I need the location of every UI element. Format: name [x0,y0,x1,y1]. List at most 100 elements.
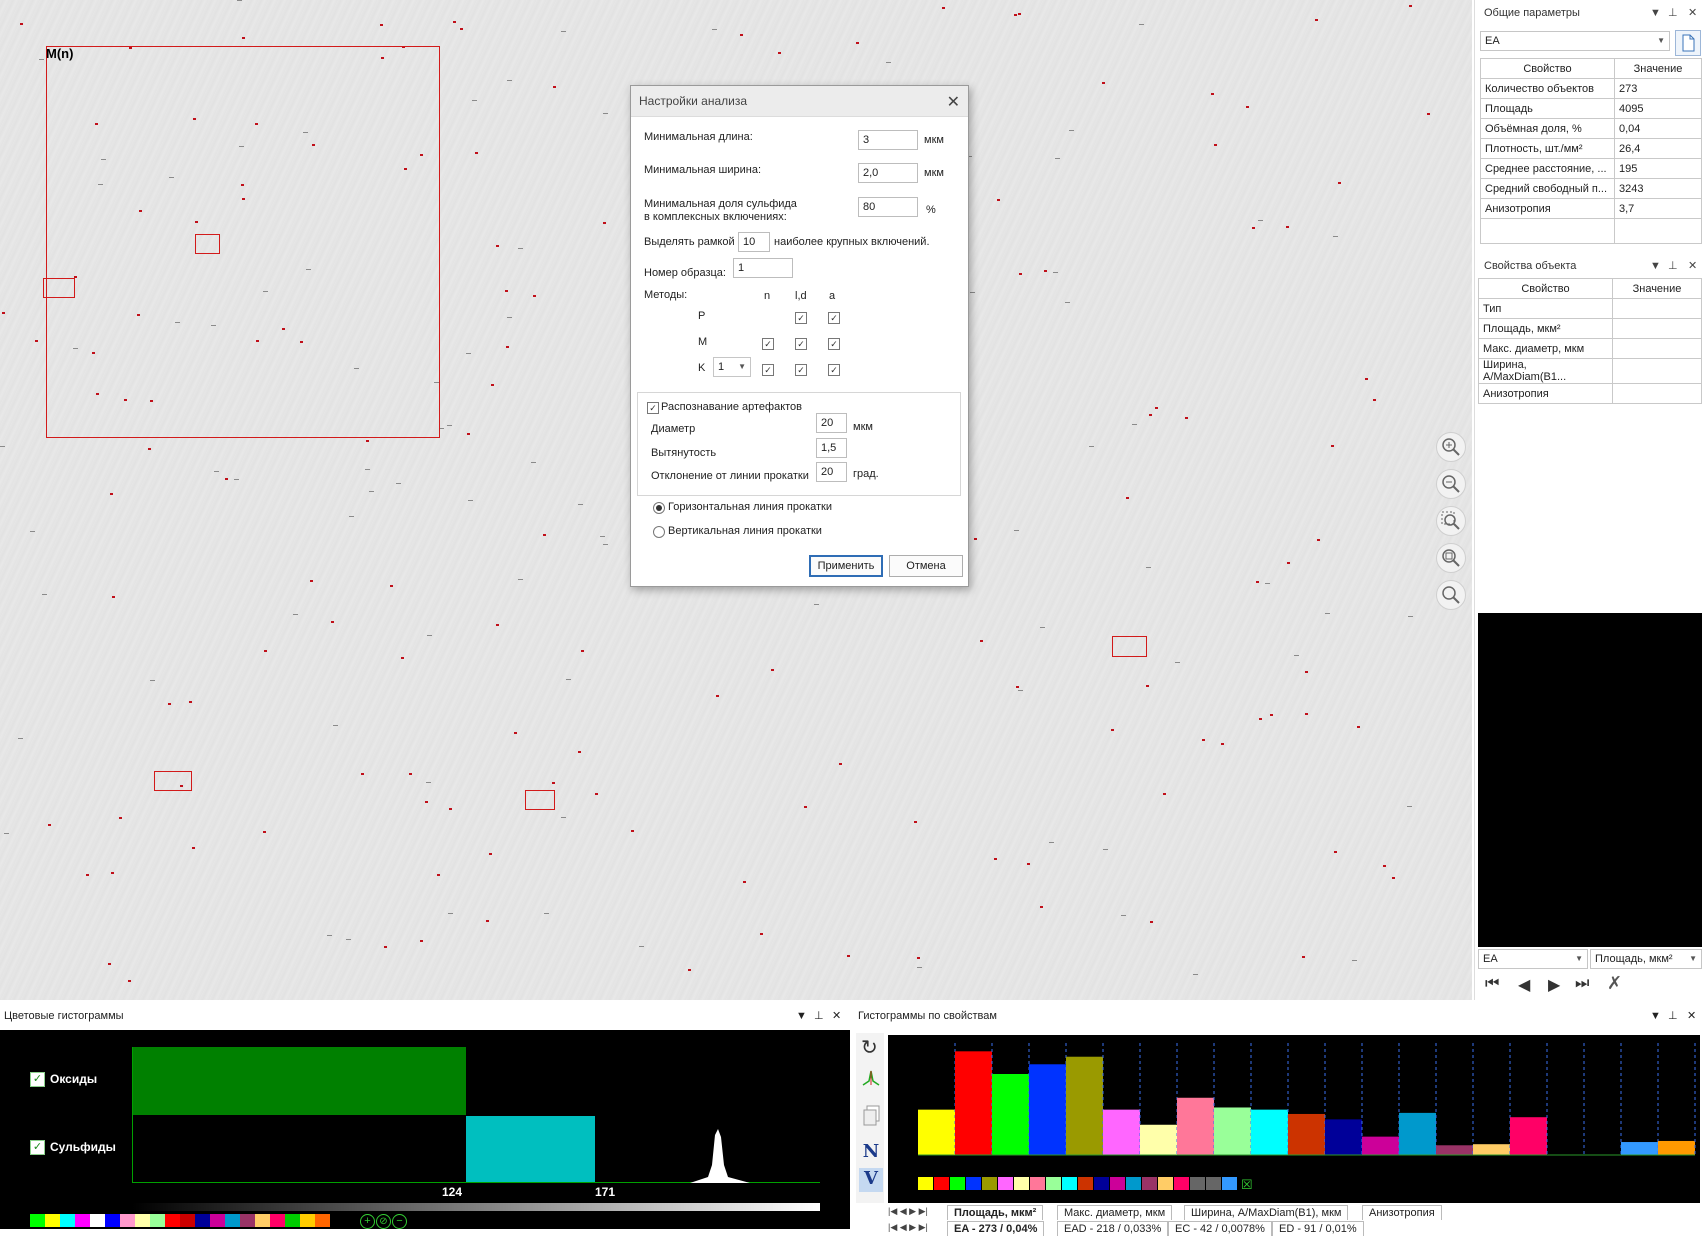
table-row[interactable]: Количество объектов 273 [1480,78,1702,99]
class-color-swatch[interactable] [1046,1177,1061,1190]
class-color-swatch[interactable] [1206,1177,1221,1190]
palette-swatch[interactable] [240,1214,255,1227]
palette-swatch[interactable] [165,1214,180,1227]
table-row[interactable]: Средний свободный п... 3243 [1480,178,1702,199]
table-row[interactable]: Анизотропия [1478,383,1702,404]
checkbox-p-ld[interactable]: ✓ [795,312,807,324]
histogram-bar[interactable] [1621,1142,1658,1155]
class-color-swatch[interactable] [934,1177,949,1190]
histogram-bar[interactable] [1658,1140,1695,1155]
pin-icon[interactable]: ⊥ [814,1009,824,1022]
histogram-bar[interactable] [1177,1097,1214,1155]
edit-color-icon[interactable]: ⊘ [376,1214,391,1229]
histogram-bar[interactable] [1362,1136,1399,1155]
checkbox-m-n[interactable]: ✓ [762,338,774,350]
oxides-checkbox[interactable]: ✓ [30,1072,45,1087]
tab-nav-icons[interactable]: |◀ ◀ ▶ ▶| [888,1206,928,1217]
palette-swatch[interactable] [90,1214,105,1227]
palette-swatch[interactable] [135,1214,150,1227]
class-color-swatch[interactable] [1030,1177,1045,1190]
histogram-bar[interactable] [1103,1109,1140,1155]
zoom-actual-icon[interactable] [1436,580,1466,610]
histogram-bar[interactable] [1288,1113,1325,1155]
palette-swatch[interactable] [120,1214,135,1227]
table-row[interactable]: Площадь, мкм² [1478,318,1702,339]
object-class-select[interactable]: EA ▼ [1478,949,1588,969]
class-color-swatch[interactable] [1110,1177,1125,1190]
class-color-swatch[interactable] [982,1177,997,1190]
sulfides-range-bar[interactable] [466,1116,595,1183]
tab-max-diameter[interactable]: Макс. диаметр, мкм [1057,1205,1173,1220]
histogram-bar[interactable] [1214,1107,1251,1155]
class-color-swatch[interactable] [1158,1177,1173,1190]
sulfides-checkbox[interactable]: ✓ [30,1140,45,1155]
table-row[interactable]: Макс. диаметр, мкм [1478,338,1702,359]
remove-color-icon[interactable]: − [392,1214,407,1229]
sample-number-input[interactable]: 1 [733,258,793,278]
radio-vertical[interactable] [653,526,665,538]
table-row[interactable]: Площадь 4095 [1480,98,1702,119]
roi-frame[interactable] [1112,636,1147,657]
palette-swatch[interactable] [210,1214,225,1227]
palette-swatch[interactable] [225,1214,240,1227]
class-color-swatch[interactable] [1174,1177,1189,1190]
cancel-button[interactable]: Отмена [889,555,963,577]
class-color-swatch[interactable] [1142,1177,1157,1190]
histogram-bar[interactable] [992,1074,1029,1155]
class-color-swatch[interactable] [1078,1177,1093,1190]
panel-menu-icon[interactable]: ▼ [1650,7,1661,19]
histogram-bar[interactable] [955,1051,992,1155]
palette-swatch[interactable] [45,1214,60,1227]
palette-swatch[interactable] [195,1214,210,1227]
checkbox-k-n[interactable]: ✓ [762,364,774,376]
zoom-fit-icon[interactable] [1436,543,1466,573]
checkbox-m-ld[interactable]: ✓ [795,338,807,350]
histogram-bar[interactable] [1251,1109,1288,1155]
tab-anisotropy[interactable]: Анизотропия [1362,1205,1442,1220]
n-mode-button[interactable]: N [860,1141,882,1163]
palette-swatch[interactable] [270,1214,285,1227]
class-color-swatch[interactable] [966,1177,981,1190]
checkbox-k-ld[interactable]: ✓ [795,364,807,376]
elongation-input[interactable]: 1,5 [816,438,847,458]
panel-menu-icon[interactable]: ▼ [1650,260,1661,272]
class-color-swatch[interactable] [1126,1177,1141,1190]
palette-swatch[interactable] [285,1214,300,1227]
k-select[interactable]: 1 ▼ [713,357,751,377]
v-mode-button[interactable]: V [859,1168,883,1192]
roi-frame[interactable] [525,790,555,810]
histogram-bar[interactable] [1325,1119,1362,1155]
close-icon[interactable]: ✕ [1687,1009,1696,1022]
palette-swatch[interactable] [180,1214,195,1227]
palette-swatch[interactable] [150,1214,165,1227]
close-icon[interactable]: ✕ [1688,6,1697,19]
add-color-icon[interactable]: + [360,1214,375,1229]
checkbox-p-a[interactable]: ✓ [828,312,840,324]
next-object-icon[interactable]: ▶ [1548,975,1560,995]
table-row[interactable]: Среднее расстояние, ... 195 [1480,158,1702,179]
pin-icon[interactable]: ⊥ [1668,259,1678,272]
checkbox-k-a[interactable]: ✓ [828,364,840,376]
class-color-swatch[interactable] [918,1177,933,1190]
class-color-swatch[interactable] [950,1177,965,1190]
palette-swatch[interactable] [105,1214,120,1227]
palette-swatch[interactable] [75,1214,90,1227]
histogram-bar[interactable] [1510,1117,1547,1155]
general-class-select[interactable]: EA ▼ [1480,31,1670,51]
class-color-swatch[interactable] [998,1177,1013,1190]
tools-cross-icon[interactable]: ✗ [1607,973,1622,994]
histogram-bar[interactable] [1029,1064,1066,1155]
histogram-bar[interactable] [1140,1124,1177,1155]
refresh-icon[interactable]: ↻ [861,1035,878,1060]
min-length-input[interactable]: 3 [858,130,918,150]
histogram-bar[interactable] [1399,1112,1436,1155]
table-row[interactable]: Объёмная доля, % 0,04 [1480,118,1702,139]
zoom-out-icon[interactable] [1436,469,1466,499]
deviation-input[interactable]: 20 [816,462,847,482]
palette-swatch[interactable] [255,1214,270,1227]
frame-count-input[interactable]: 10 [738,232,770,252]
roi-frame[interactable] [43,278,75,298]
palette-swatch[interactable] [60,1214,75,1227]
panel-menu-icon[interactable]: ▼ [796,1010,807,1022]
table-row[interactable]: Анизотропия 3,7 [1480,198,1702,219]
